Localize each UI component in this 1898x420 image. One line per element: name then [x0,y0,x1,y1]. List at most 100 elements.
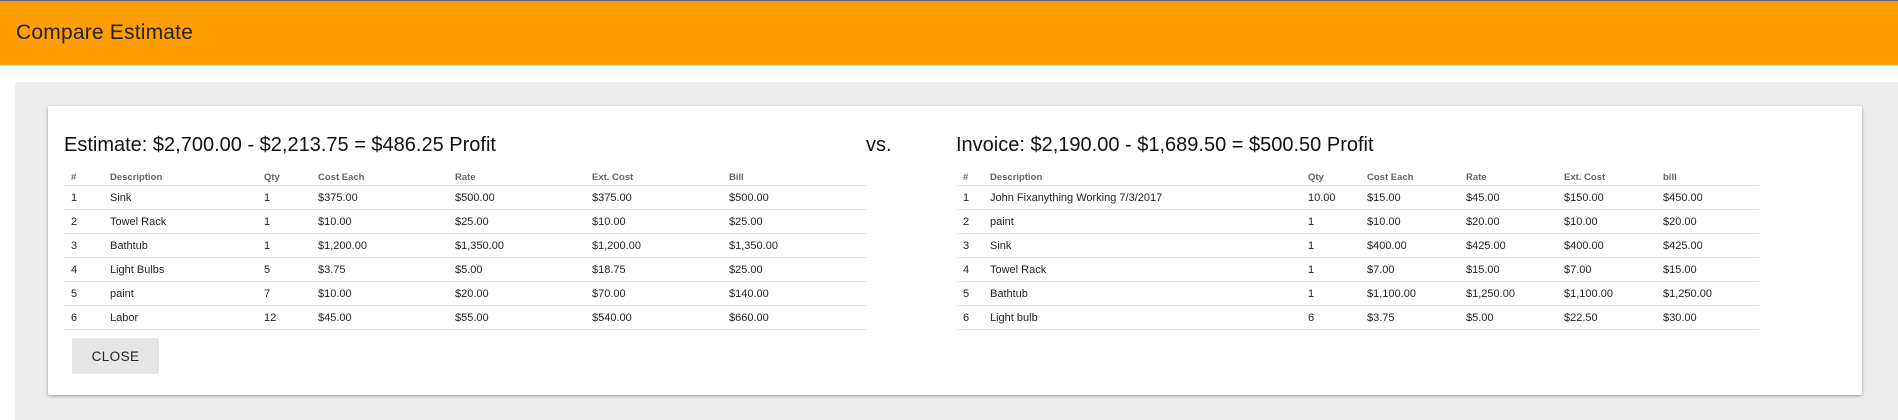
table-cell: $1,250.00 [1656,281,1759,306]
table-cell: $3.75 [311,257,448,282]
table-cell: $1,200.00 [585,233,722,258]
table-cell: $1,100.00 [1360,281,1459,306]
table-cell: $18.75 [585,257,722,282]
invoice-column-header: bill [1656,170,1759,186]
table-cell: $1,200.00 [311,233,448,258]
table-cell: paint [983,209,1301,234]
table-cell: 1 [64,185,103,210]
table-cell: 1 [257,209,311,234]
table-cell: 1 [257,185,311,210]
table-cell: $15.00 [1656,257,1759,282]
table-row: 1 Sink 1 $375.00 $500.00 $375.00 $500.00 [64,185,866,210]
table-cell: $425.00 [1459,233,1557,258]
table-cell: paint [103,281,257,306]
table-cell: 1 [1301,209,1360,234]
estimate-column-header: Ext. Cost [585,170,722,186]
table-row: 2 paint 1 $10.00 $20.00 $10.00 $20.00 [956,209,1759,234]
table-cell: 4 [956,257,983,282]
table-cell: Towel Rack [983,257,1301,282]
table-cell: 1 [1301,233,1360,258]
table-cell: $25.00 [448,209,585,234]
table-cell: Labor [103,305,257,330]
invoice-column-header: Rate [1459,170,1557,186]
table-cell: 1 [1301,281,1360,306]
table-cell: $20.00 [448,281,585,306]
table-cell: 1 [1301,257,1360,282]
table-cell: $450.00 [1656,185,1759,210]
table-row: 1 John Fixanything Working 7/3/2017 10.00 $… [956,185,1759,210]
table-row: 2 Towel Rack 1 $10.00 $25.00 $10.00 $25.00 [64,209,866,234]
estimate-column-header: Description [103,170,257,186]
estimate-header-row: # Description Qty Cost Each Rate Ext. Cost Bil… [64,170,866,186]
table-cell: 2 [64,209,103,234]
table-cell: $30.00 [1656,305,1759,330]
table-cell: $150.00 [1557,185,1656,210]
table-row: 3 Sink 1 $400.00 $425.00 $400.00 $425.00 [956,233,1759,258]
table-row: 4 Towel Rack 1 $7.00 $15.00 $7.00 $15.00 [956,257,1759,282]
table-cell: $5.00 [448,257,585,282]
table-cell: $7.00 [1360,257,1459,282]
table-cell: 10.00 [1301,185,1360,210]
invoice-heading: Invoice: $2,190.00 - $1,689.50 = $500.50… [956,134,1374,156]
app-bar: Compare Estimate [0,0,1898,65]
table-cell: $55.00 [448,305,585,330]
table-cell: Light Bulbs [103,257,257,282]
estimate-column-header: Qty [257,170,311,186]
table-cell: $25.00 [722,257,866,282]
table-cell: $20.00 [1459,209,1557,234]
table-cell: John Fixanything Working 7/3/2017 [983,185,1301,210]
table-row: 6 Labor 12 $45.00 $55.00 $540.00 $660.00 [64,305,866,330]
table-cell: 6 [64,305,103,330]
table-cell: $1,100.00 [1557,281,1656,306]
table-cell: 12 [257,305,311,330]
table-row: 6 Light bulb 6 $3.75 $5.00 $22.50 $30.00 [956,305,1759,330]
table-cell: $15.00 [1459,257,1557,282]
close-button[interactable]: CLOSE [72,338,159,374]
table-cell: $5.00 [1459,305,1557,330]
table-cell: $1,350.00 [448,233,585,258]
table-cell: $375.00 [311,185,448,210]
table-cell: $375.00 [585,185,722,210]
table-cell: 5 [956,281,983,306]
table-cell: $1,350.00 [722,233,866,258]
table-cell: Sink [103,185,257,210]
invoice-column-header: Ext. Cost [1557,170,1656,186]
table-row: 5 Bathtub 1 $1,100.00 $1,250.00 $1,100.00 $1,2… [956,281,1759,306]
table-cell: $1,250.00 [1459,281,1557,306]
table-cell: $10.00 [311,281,448,306]
table-cell: Bathtub [103,233,257,258]
table-row: 5 paint 7 $10.00 $20.00 $70.00 $140.00 [64,281,866,306]
estimate-column-header: Cost Each [311,170,448,186]
table-row: 4 Light Bulbs 5 $3.75 $5.00 $18.75 $25.00 [64,257,866,282]
table-cell: 6 [1301,305,1360,330]
table-cell: $10.00 [1360,209,1459,234]
table-cell: 4 [64,257,103,282]
estimate-heading: Estimate: $2,700.00 - $2,213.75 = $486.2… [64,134,496,156]
table-cell: $540.00 [585,305,722,330]
table-cell: 2 [956,209,983,234]
estimate-column-header: Rate [448,170,585,186]
table-cell: 1 [956,185,983,210]
invoice-table: # Description Qty Cost Each Rate Ext. Cost bil… [956,170,1759,330]
table-cell: $500.00 [722,185,866,210]
page-title: Compare Estimate [16,21,194,44]
table-cell: 5 [257,257,311,282]
table-cell: 5 [64,281,103,306]
table-cell: 3 [956,233,983,258]
estimate-column-header: # [64,170,103,186]
table-cell: $400.00 [1360,233,1459,258]
invoice-column-header: Cost Each [1360,170,1459,186]
table-cell: $425.00 [1656,233,1759,258]
table-cell: $10.00 [585,209,722,234]
table-cell: Towel Rack [103,209,257,234]
table-cell: $25.00 [722,209,866,234]
table-cell: $7.00 [1557,257,1656,282]
estimate-table-body: 1 Sink 1 $375.00 $500.00 $375.00 $500.00 2 Towel… [64,185,866,330]
table-cell: $22.50 [1557,305,1656,330]
table-row: 3 Bathtub 1 $1,200.00 $1,350.00 $1,200.00 $1,3… [64,233,866,258]
table-cell: $500.00 [448,185,585,210]
table-cell: $45.00 [1459,185,1557,210]
table-cell: $660.00 [722,305,866,330]
compare-dialog: Estimate: $2,700.00 - $2,213.75 = $486.2… [48,106,1862,395]
table-cell: $45.00 [311,305,448,330]
